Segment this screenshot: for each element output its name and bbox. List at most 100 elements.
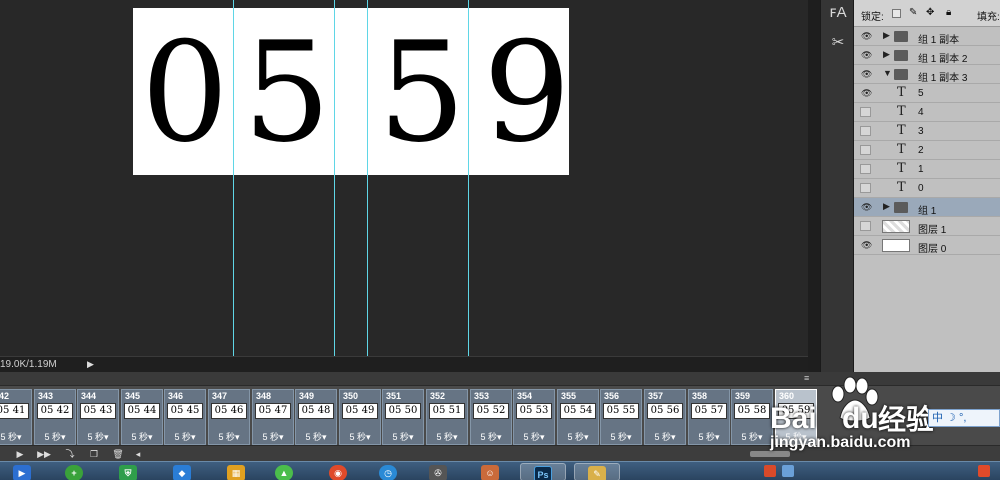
animation-frame[interactable]: 353 05 52 5 秒▾ (470, 389, 512, 445)
guide-line[interactable] (233, 0, 234, 356)
tween-icon[interactable]: ⤵ (62, 448, 78, 460)
lock-position-icon[interactable]: ✥ (926, 7, 935, 18)
ime-status-bar[interactable]: 中 ☽ °, (928, 409, 1000, 427)
next-frame-icon[interactable]: ▶▶ (36, 448, 52, 460)
frame-delay-dropdown[interactable]: 5 秒▾ (645, 430, 685, 443)
frame-delay-dropdown[interactable]: 5 秒▾ (165, 430, 205, 443)
animation-frame[interactable]: 358 05 57 5 秒▾ (688, 389, 730, 445)
animation-frame[interactable]: 350 05 49 5 秒▾ (339, 389, 381, 445)
layer-row[interactable]: 👁︎ ▶ 组 1 副本 2 (854, 46, 1000, 65)
animation-frame[interactable]: 343 05 42 5 秒▾ (34, 389, 76, 445)
layer-row[interactable]: 👁︎ ▶ 组 1 副本 (854, 27, 1000, 46)
lock-all-icon[interactable]: 🔒︎ (946, 7, 955, 18)
taskbar-app-tiles[interactable]: ▦ (214, 463, 260, 480)
layer-row[interactable]: 👁︎ ▼ 组 1 副本 3 (854, 65, 1000, 84)
animation-frame[interactable]: 354 05 53 5 秒▾ (513, 389, 555, 445)
delete-frame-icon[interactable]: 🗑︎ (110, 448, 126, 460)
character-panel-icon[interactable]: ꜰA (827, 2, 849, 24)
animation-frame[interactable]: 349 05 48 5 秒▾ (295, 389, 337, 445)
taskbar-security[interactable]: ⛨ (106, 463, 152, 480)
frame-delay-dropdown[interactable]: 5 秒▾ (601, 430, 641, 443)
eye-icon[interactable]: 👁︎ (860, 31, 872, 41)
lock-pixels-icon[interactable]: ✎ (909, 7, 918, 18)
frame-delay-dropdown[interactable]: 5 秒▾ (209, 430, 249, 443)
eye-icon[interactable]: 👁︎ (860, 240, 872, 250)
frame-delay-dropdown[interactable]: 5 秒▾ (78, 430, 118, 443)
chevron-right-icon[interactable]: ▶ (883, 30, 890, 41)
taskbar-app-people[interactable]: ☺ (468, 463, 514, 480)
status-bar: 19.0K/1.19M ▶ (0, 356, 808, 372)
panel-divider[interactable] (808, 0, 820, 372)
visibility-toggle[interactable] (860, 221, 871, 231)
visibility-toggle[interactable] (860, 164, 871, 174)
frame-delay-dropdown[interactable]: 5 秒▾ (340, 430, 380, 443)
layer-row[interactable]: T1 (854, 160, 1000, 179)
taskbar-paint[interactable]: ✎ (574, 463, 620, 480)
chevron-right-icon[interactable]: ▶ (883, 49, 890, 60)
frame-delay-dropdown[interactable]: 5 秒▾ (471, 430, 511, 443)
scroll-left-icon[interactable]: ◂ (130, 448, 146, 460)
layer-row[interactable]: 图层 1 (854, 217, 1000, 236)
visibility-toggle[interactable] (860, 126, 871, 136)
layer-row[interactable]: 👁︎ T 5 (854, 84, 1000, 103)
animation-frame[interactable]: 356 05 55 5 秒▾ (600, 389, 642, 445)
eye-icon[interactable]: 👁︎ (860, 50, 872, 60)
frame-delay-dropdown[interactable]: 5 秒▾ (122, 430, 162, 443)
taskbar-app-blue[interactable]: ◆ (160, 463, 206, 480)
frame-delay-dropdown[interactable]: 5 秒▾ (732, 430, 772, 443)
tray-icon-alert[interactable] (978, 465, 990, 477)
taskbar-app-clock[interactable]: ◷ (366, 463, 412, 480)
frame-delay-dropdown[interactable]: 5 秒▾ (514, 430, 554, 443)
animation-frame[interactable]: 351 05 50 5 秒▾ (382, 389, 424, 445)
taskbar-media-player[interactable]: ▶ (0, 463, 46, 480)
chevron-right-icon[interactable]: ▶ (883, 201, 890, 212)
animation-frame[interactable]: 347 05 46 5 秒▾ (208, 389, 250, 445)
frame-delay-dropdown[interactable]: 5 秒▾ (689, 430, 729, 443)
layer-row[interactable]: 👁︎ ▶ 组 1 (854, 198, 1000, 217)
animation-frame[interactable]: 355 05 54 5 秒▾ (557, 389, 599, 445)
animation-frame[interactable]: 344 05 43 5 秒▾ (77, 389, 119, 445)
guide-line[interactable] (367, 0, 368, 356)
animation-frame[interactable]: 345 05 44 5 秒▾ (121, 389, 163, 445)
tray-icon-red[interactable] (764, 465, 776, 477)
frame-delay-dropdown[interactable]: 5 秒▾ (558, 430, 598, 443)
document-canvas[interactable]: 0 5 5 9 (0, 0, 808, 356)
eye-icon[interactable]: 👁︎ (860, 88, 872, 98)
frame-delay-dropdown[interactable]: 5 秒▾ (427, 430, 467, 443)
chevron-down-icon[interactable]: ▼ (883, 68, 892, 78)
frame-delay-dropdown[interactable]: 5 秒▾ (296, 430, 336, 443)
taskbar-photoshop[interactable]: Ps (520, 463, 566, 480)
visibility-toggle[interactable] (860, 145, 871, 155)
play-icon[interactable]: ▶ (12, 448, 28, 460)
guide-line[interactable] (468, 0, 469, 356)
animation-frame[interactable]: 359 05 58 5 秒▾ (731, 389, 773, 445)
tray-icon-blue[interactable] (782, 465, 794, 477)
animation-frame[interactable]: 352 05 51 5 秒▾ (426, 389, 468, 445)
animation-frame[interactable]: 357 05 56 5 秒▾ (644, 389, 686, 445)
visibility-toggle[interactable] (860, 107, 871, 117)
frame-delay-dropdown[interactable]: 5 秒▾ (383, 430, 423, 443)
guide-line[interactable] (334, 0, 335, 356)
taskbar-video[interactable]: ✇ (416, 463, 462, 480)
lock-transparent-icon[interactable] (892, 9, 901, 18)
eye-icon[interactable]: 👁︎ (860, 69, 872, 79)
duplicate-frame-icon[interactable]: ❐ (86, 448, 102, 460)
layer-row[interactable]: T3 (854, 122, 1000, 141)
taskbar-app-green2[interactable]: ▲ (262, 463, 308, 480)
visibility-toggle[interactable] (860, 183, 871, 193)
layer-row[interactable]: T4 (854, 103, 1000, 122)
animation-frame[interactable]: 348 05 47 5 秒▾ (252, 389, 294, 445)
frame-delay-dropdown[interactable]: 5 秒▾ (253, 430, 293, 443)
layer-row[interactable]: 👁︎ 图层 0 (854, 236, 1000, 255)
eye-icon[interactable]: 👁︎ (860, 202, 872, 212)
animation-frame[interactable]: 342 05 41 5 秒▾ (0, 389, 32, 445)
animation-frame[interactable]: 346 05 45 5 秒▾ (164, 389, 206, 445)
taskbar-browser[interactable]: ◉ (316, 463, 362, 480)
layer-row[interactable]: T2 (854, 141, 1000, 160)
frame-delay-dropdown[interactable]: 5 秒▾ (35, 430, 75, 443)
frame-delay-dropdown[interactable]: 5 秒▾ (0, 430, 31, 443)
layer-row[interactable]: T0 (854, 179, 1000, 198)
status-menu-arrow-icon[interactable]: ▶ (87, 359, 96, 370)
taskbar-app-green[interactable]: + (52, 463, 98, 480)
tools-preset-icon[interactable]: ✂ (827, 32, 849, 54)
